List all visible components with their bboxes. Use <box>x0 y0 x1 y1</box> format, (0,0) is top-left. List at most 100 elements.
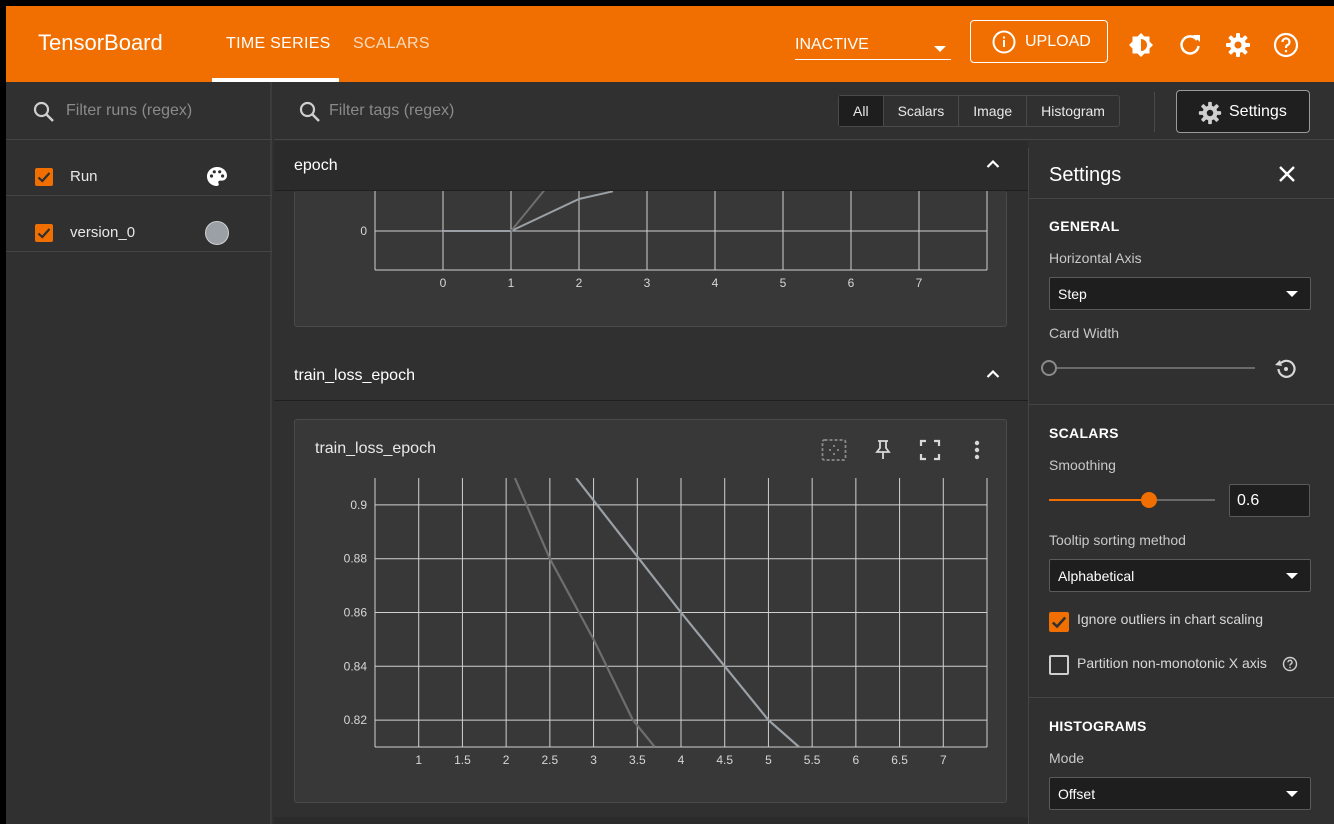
x-tick-label: 7 <box>916 276 923 290</box>
histograms-section-title: HISTOGRAMS <box>1049 718 1147 734</box>
group-header-train-loss-epoch[interactable]: train_loss_epoch <box>274 351 1028 401</box>
smoothing-thumb[interactable] <box>1140 492 1157 508</box>
cards-area: epoch 012345670 train_loss_epoch train_l… <box>274 141 1028 824</box>
y-tick-label: 0.84 <box>344 659 368 673</box>
settings-title: Settings <box>1049 164 1122 186</box>
run-checkbox[interactable] <box>35 168 53 186</box>
divider <box>1029 198 1334 199</box>
smoothing-value: 0.6 <box>1237 492 1260 509</box>
tooltip-sort-select[interactable]: Alphabetical <box>1049 559 1311 592</box>
partition-label: Partition non-monotonic X axis <box>1077 655 1267 671</box>
divider <box>1029 404 1334 405</box>
refresh-icon[interactable] <box>1176 31 1204 59</box>
tab-time-series[interactable]: TIME SERIES <box>226 35 331 53</box>
group-title: train_loss_epoch <box>294 367 415 384</box>
chart-card-train-loss-epoch: train_loss_epoch 1 1.5 2 2.5 3 3.5 4 4.5 5 5.5 6 6.… <box>294 419 1007 803</box>
card-width-thumb[interactable] <box>1041 360 1057 376</box>
x-tick-label: 6.5 <box>891 753 908 767</box>
check-icon <box>37 172 51 183</box>
tags-toolbar: Filter tags (regex) All Scalars Image Hi… <box>274 82 1334 140</box>
runs-filter-placeholder: Filter runs (regex) <box>66 102 193 119</box>
reset-icon[interactable] <box>1273 356 1299 382</box>
partition-checkbox[interactable] <box>1049 655 1069 675</box>
help-icon[interactable] <box>1282 656 1298 672</box>
histogram-mode-label: Mode <box>1049 750 1085 766</box>
run-checkbox[interactable] <box>35 224 53 242</box>
y-tick-label: 0 <box>360 224 367 238</box>
histogram-mode-select[interactable]: Offset <box>1049 777 1311 810</box>
series-line <box>510 191 545 232</box>
settings-toggle-button[interactable]: Settings <box>1176 90 1310 133</box>
chart-card-epoch: 0 1 2 3 4 5 6 7 0 <box>294 191 1007 327</box>
filter-all-button[interactable]: All <box>839 96 884 126</box>
x-tick-label: 5 <box>765 753 772 767</box>
settings-gear-icon[interactable] <box>1224 31 1252 59</box>
ignore-outliers-checkbox[interactable] <box>1049 612 1069 632</box>
run-row-version-0: version_0 <box>6 200 272 252</box>
help-icon[interactable] <box>1272 31 1300 59</box>
x-tick-label: 3 <box>590 753 597 767</box>
runs-filter[interactable]: Filter runs (regex) <box>6 82 272 140</box>
chevron-up-icon[interactable] <box>986 369 1000 379</box>
x-tick-label: 6 <box>848 276 855 290</box>
x-tick-label: 4 <box>712 276 719 290</box>
y-tick-label: 0.82 <box>344 713 368 727</box>
x-tick-label: 0 <box>440 276 447 290</box>
upload-button[interactable]: UPLOAD <box>970 20 1108 63</box>
top-app-bar: TensorBoard TIME SERIES SCALARS INACTIVE… <box>6 6 1334 82</box>
smoothing-input[interactable]: 0.6 <box>1229 484 1310 517</box>
plugin-select[interactable]: INACTIVE <box>795 32 951 60</box>
epoch-line-chart[interactable]: 0 1 2 3 4 5 6 7 0 <box>295 191 1006 327</box>
caret-down-icon <box>1286 573 1298 579</box>
x-tick-label: 1.5 <box>454 753 471 767</box>
run-row-run: Run <box>6 144 272 196</box>
x-tick-label: 7 <box>940 753 947 767</box>
general-section-title: GENERAL <box>1049 218 1120 234</box>
group-header-epoch[interactable]: epoch <box>274 141 1028 191</box>
x-tick-label: 1 <box>415 753 422 767</box>
tags-filter-input[interactable]: Filter tags (regex) <box>329 102 454 120</box>
search-icon <box>299 101 320 122</box>
brightness-icon[interactable] <box>1127 31 1155 59</box>
filter-scalars-button[interactable]: Scalars <box>884 96 960 126</box>
chevron-up-icon[interactable] <box>986 159 1000 169</box>
plugin-type-filter: All Scalars Image Histogram <box>838 95 1120 127</box>
search-icon <box>33 101 54 122</box>
x-tick-label: 4.5 <box>716 753 733 767</box>
upload-label: UPLOAD <box>1025 33 1091 50</box>
x-tick-label: 3.5 <box>629 753 646 767</box>
train-loss-line-chart[interactable]: 1 1.5 2 2.5 3 3.5 4 4.5 5 5.5 6 6.5 7 0.9 0.88 0.86 0.84… <box>295 420 1006 804</box>
close-icon[interactable] <box>1277 164 1297 184</box>
gear-icon <box>1198 101 1222 125</box>
horizontal-axis-select[interactable]: Step <box>1049 277 1311 310</box>
info-icon <box>992 30 1016 54</box>
x-tick-label: 5.5 <box>804 753 821 767</box>
x-tick-label: 2 <box>576 276 583 290</box>
filter-histogram-button[interactable]: Histogram <box>1027 96 1119 126</box>
group-title: epoch <box>294 157 338 174</box>
tooltip-sort-label: Tooltip sorting method <box>1049 532 1186 548</box>
tooltip-sort-value: Alphabetical <box>1058 568 1135 584</box>
plugin-select-value: INACTIVE <box>795 36 869 53</box>
y-tick-label: 0.9 <box>350 498 367 512</box>
y-tick-label: 0.88 <box>344 552 368 566</box>
group-header-next <box>274 817 1028 824</box>
palette-icon[interactable] <box>205 165 229 189</box>
settings-toggle-label: Settings <box>1229 103 1287 120</box>
run-color-swatch[interactable] <box>205 221 229 245</box>
ignore-outliers-label: Ignore outliers in chart scaling <box>1077 611 1263 627</box>
caret-down-icon <box>1286 791 1298 797</box>
x-tick-label: 2 <box>503 753 510 767</box>
check-icon <box>37 228 51 239</box>
card-width-label: Card Width <box>1049 325 1120 341</box>
tab-scalars[interactable]: SCALARS <box>353 35 430 53</box>
card-width-track[interactable] <box>1049 367 1255 369</box>
histogram-mode-value: Offset <box>1058 786 1096 802</box>
x-tick-label: 6 <box>853 753 860 767</box>
settings-panel: Settings GENERAL Horizontal Axis Step Ca… <box>1028 148 1334 824</box>
x-tick-label: 4 <box>678 753 685 767</box>
filter-image-button[interactable]: Image <box>959 96 1028 126</box>
x-tick-label: 2.5 <box>542 753 559 767</box>
smoothing-label: Smoothing <box>1049 457 1116 473</box>
caret-down-icon <box>934 46 946 52</box>
